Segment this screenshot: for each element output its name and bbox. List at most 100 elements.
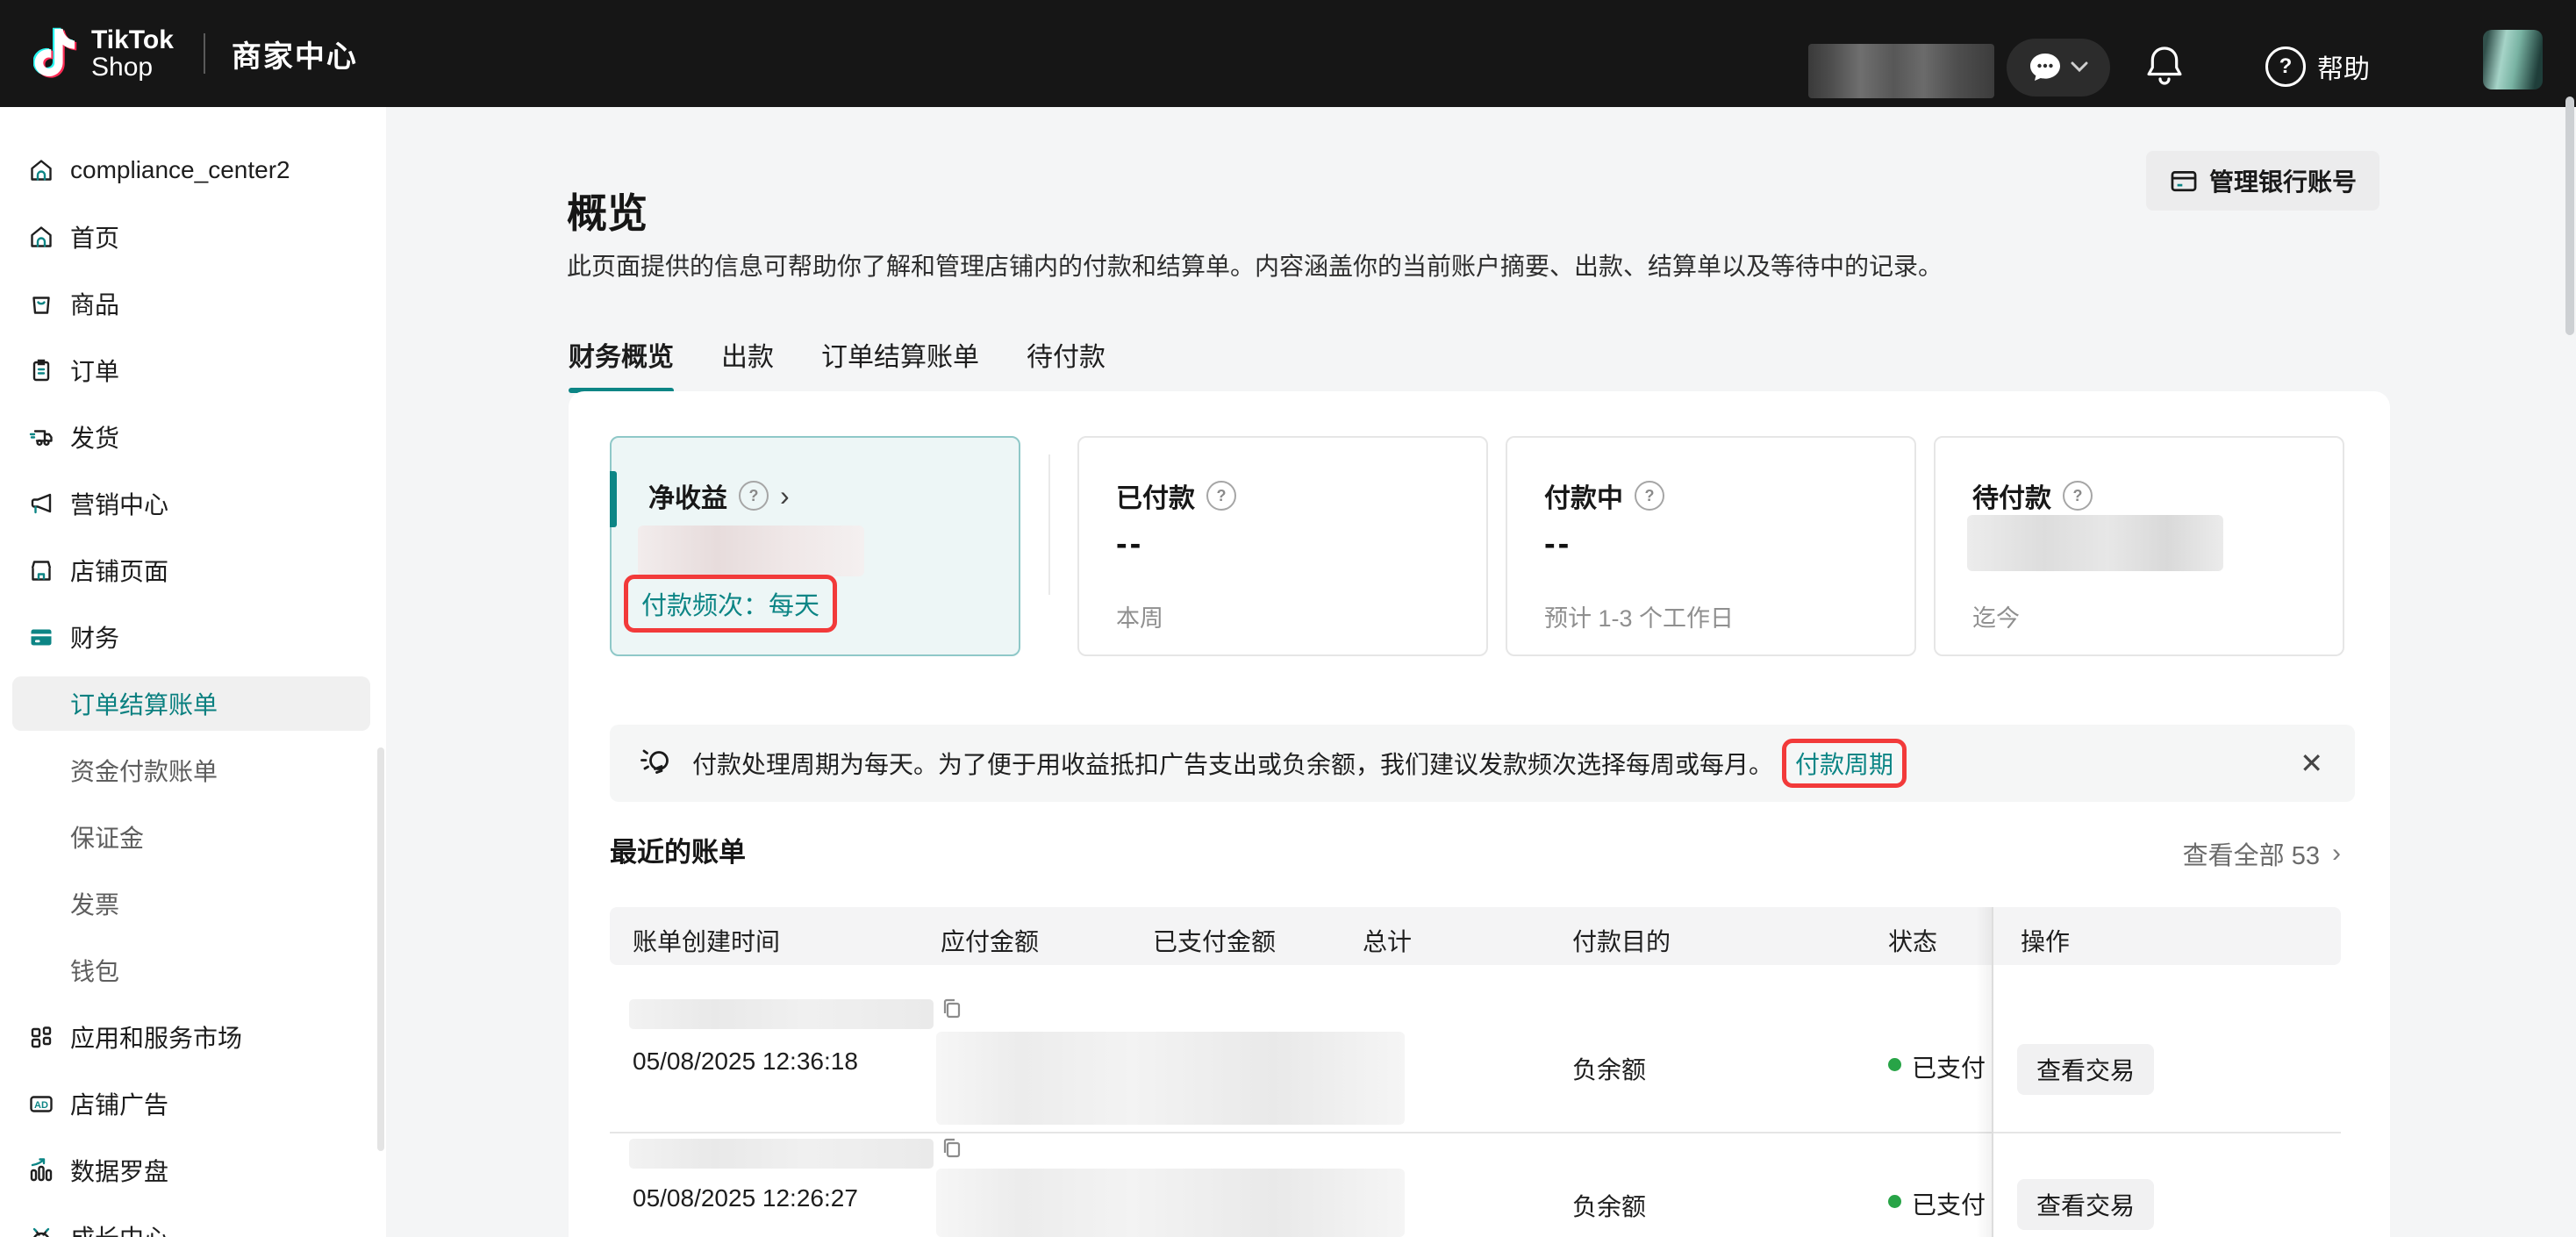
help-question-icon: ? (2265, 46, 2306, 87)
page-title: 概览 (567, 182, 648, 240)
apps-grid-icon (28, 1024, 54, 1050)
annotation-box: 付款频次：每天 (624, 575, 837, 633)
sidebar-item-label: 数据罗盘 (70, 1153, 168, 1188)
tab-finance-overview[interactable]: 财务概览 (569, 335, 674, 393)
chat-bubble-icon (2029, 52, 2062, 83)
overview-panel: 净收益 ? › 付款频次：每天 已付款 ? -- 本周 付款中 ? -- (569, 391, 2390, 1237)
pinned-column-shadow (1976, 907, 1992, 1237)
header-divider (204, 33, 205, 74)
help-circle-icon[interactable]: ? (1206, 481, 1236, 511)
sidebar-item-data-compass[interactable]: 数据罗盘 (0, 1137, 386, 1204)
help-label: 帮助 (2317, 47, 2370, 86)
sidebar-item-label: 店铺广告 (70, 1086, 168, 1121)
help-circle-icon[interactable]: ? (2063, 481, 2093, 511)
copy-icon[interactable] (940, 997, 964, 1021)
card-note: 预计 1-3 个工作日 (1544, 599, 1734, 633)
card-accent-bar (610, 471, 617, 527)
sidebar-item-finance[interactable]: 财务 (0, 604, 386, 670)
sidebar-item-fund-payment-bills[interactable]: 资金付款账单 (0, 737, 386, 804)
sidebar-item-products[interactable]: 商品 (0, 270, 386, 337)
sidebar-item-invoice[interactable]: 发票 (0, 870, 386, 937)
sidebar-item-label: 财务 (70, 619, 119, 654)
status-badge: 已支付 (1912, 1049, 1986, 1084)
bill-amounts-redacted (936, 1032, 1405, 1125)
bills-table: 账单创建时间 应付金额 已支付金额 总计 付款目的 状态 操作 05/08/20… (610, 907, 2341, 1237)
payment-frequency-note[interactable]: 付款频次：每天 (641, 585, 819, 622)
help-button[interactable]: ? 帮助 (2265, 46, 2370, 87)
marketing-megaphone-icon (28, 490, 54, 517)
net-income-value-redacted (638, 526, 864, 576)
bill-amounts-redacted (936, 1169, 1405, 1237)
sidebar-item-label: 资金付款账单 (70, 753, 218, 788)
notifications-bell-button[interactable] (2143, 44, 2186, 88)
help-circle-icon[interactable]: ? (739, 481, 769, 511)
product-bag-icon (28, 290, 54, 317)
shop-name-redacted[interactable] (1808, 44, 1994, 98)
banner-text: 付款处理周期为每天。为了便于用收益抵扣广告支出或负余额，我们建议发款频次选择每周… (692, 746, 1773, 781)
top-bar: TikTok Shop 商家中心 (0, 0, 2576, 107)
manage-bank-account-button[interactable]: 管理银行账号 (2146, 151, 2379, 211)
brand-wordmark: TikTok Shop (91, 26, 174, 81)
page-scrollbar[interactable] (2565, 97, 2574, 335)
messages-button[interactable] (2007, 39, 2110, 97)
tip-lightbulb-icon (636, 744, 675, 783)
close-icon[interactable]: ✕ (2300, 747, 2323, 780)
brand-line-1: TikTok (91, 26, 174, 54)
status-dot (1888, 1195, 1901, 1208)
row-divider (610, 1132, 2341, 1133)
card-pending-payment: 待付款 ? 迄今 (1934, 436, 2344, 656)
sidebar-item-deposit[interactable]: 保证金 (0, 804, 386, 870)
sidebar-scrollbar[interactable] (377, 747, 384, 1151)
sidebar-item-growth-center[interactable]: 成长中心 (0, 1204, 386, 1237)
card-title: 已付款 (1116, 476, 1195, 515)
chevron-right-icon[interactable]: › (780, 483, 790, 509)
sidebar-item-marketing[interactable]: 营销中心 (0, 470, 386, 537)
tab-pending-payment[interactable]: 待付款 (1027, 335, 1106, 393)
sidebar-item-order-settlement-bills[interactable]: 订单结算账单 (0, 670, 386, 737)
brand-line-2: Shop (91, 54, 174, 81)
tab-withdrawals[interactable]: 出款 (721, 335, 774, 393)
svg-text:AD: AD (34, 1100, 48, 1111)
sidebar-item-label: 成长中心 (70, 1219, 168, 1237)
sidebar-item-label: 订单结算账单 (70, 686, 218, 721)
card-value: -- (1544, 526, 1571, 563)
bill-purpose: 负余额 (1572, 1051, 1646, 1086)
sidebar-item-compliance-center[interactable]: compliance_center2 (0, 137, 386, 204)
card-paying: 付款中 ? -- 预计 1-3 个工作日 (1506, 436, 1916, 656)
bill-created-at: 05/08/2025 12:26:27 (633, 1184, 858, 1212)
avatar[interactable] (2483, 30, 2543, 89)
tab-order-settlement-bills[interactable]: 订单结算账单 (821, 335, 979, 393)
sidebar-item-apps-services[interactable]: 应用和服务市场 (0, 1004, 386, 1070)
sidebar-item-label: 营销中心 (70, 486, 168, 521)
sidebar-item-orders[interactable]: 订单 (0, 337, 386, 404)
recent-bills-title: 最近的账单 (610, 830, 746, 869)
sidebar-item-shop-ads[interactable]: AD 店铺广告 (0, 1070, 386, 1137)
view-all-link[interactable]: 查看全部 53 › (2183, 835, 2341, 872)
sidebar-item-shipping[interactable]: 发货 (0, 404, 386, 470)
sidebar-item-home[interactable]: 首页 (0, 204, 386, 270)
page-description: 此页面提供的信息可帮助你了解和管理店铺内的付款和结算单。内容涵盖你的当前账户摘要… (567, 247, 1943, 282)
app-title: 商家中心 (232, 32, 358, 75)
sidebar-item-label: 订单 (70, 353, 119, 388)
sidebar-item-label: compliance_center2 (70, 156, 290, 184)
card-title: 待付款 (1972, 476, 2051, 515)
shop-ads-icon: AD (28, 1090, 54, 1117)
view-all-label: 查看全部 53 (2183, 835, 2320, 872)
copy-icon[interactable] (940, 1136, 964, 1161)
sidebar-item-wallet[interactable]: 钱包 (0, 937, 386, 1004)
bell-icon (2149, 48, 2180, 83)
bill-id-redacted (629, 999, 934, 1029)
payment-cycle-banner: 付款处理周期为每天。为了便于用收益抵扣广告支出或负余额，我们建议发款频次选择每周… (610, 725, 2355, 802)
view-transactions-button[interactable]: 查看交易 (2017, 1179, 2154, 1230)
bill-created-at: 05/08/2025 12:36:18 (633, 1048, 858, 1076)
card-divider (1048, 454, 1050, 595)
col-action: 操作 (2021, 923, 2070, 958)
card-net-income[interactable]: 净收益 ? › 付款频次：每天 (610, 436, 1020, 656)
help-circle-icon[interactable]: ? (1635, 481, 1664, 511)
view-transactions-button[interactable]: 查看交易 (2017, 1044, 2154, 1095)
sidebar-item-shop-page[interactable]: 店铺页面 (0, 537, 386, 604)
col-paid: 已支付金额 (1153, 923, 1276, 958)
card-title: 付款中 (1544, 476, 1623, 515)
payment-cycle-link[interactable]: 付款周期 (1795, 746, 1893, 781)
status-dot (1888, 1058, 1901, 1071)
